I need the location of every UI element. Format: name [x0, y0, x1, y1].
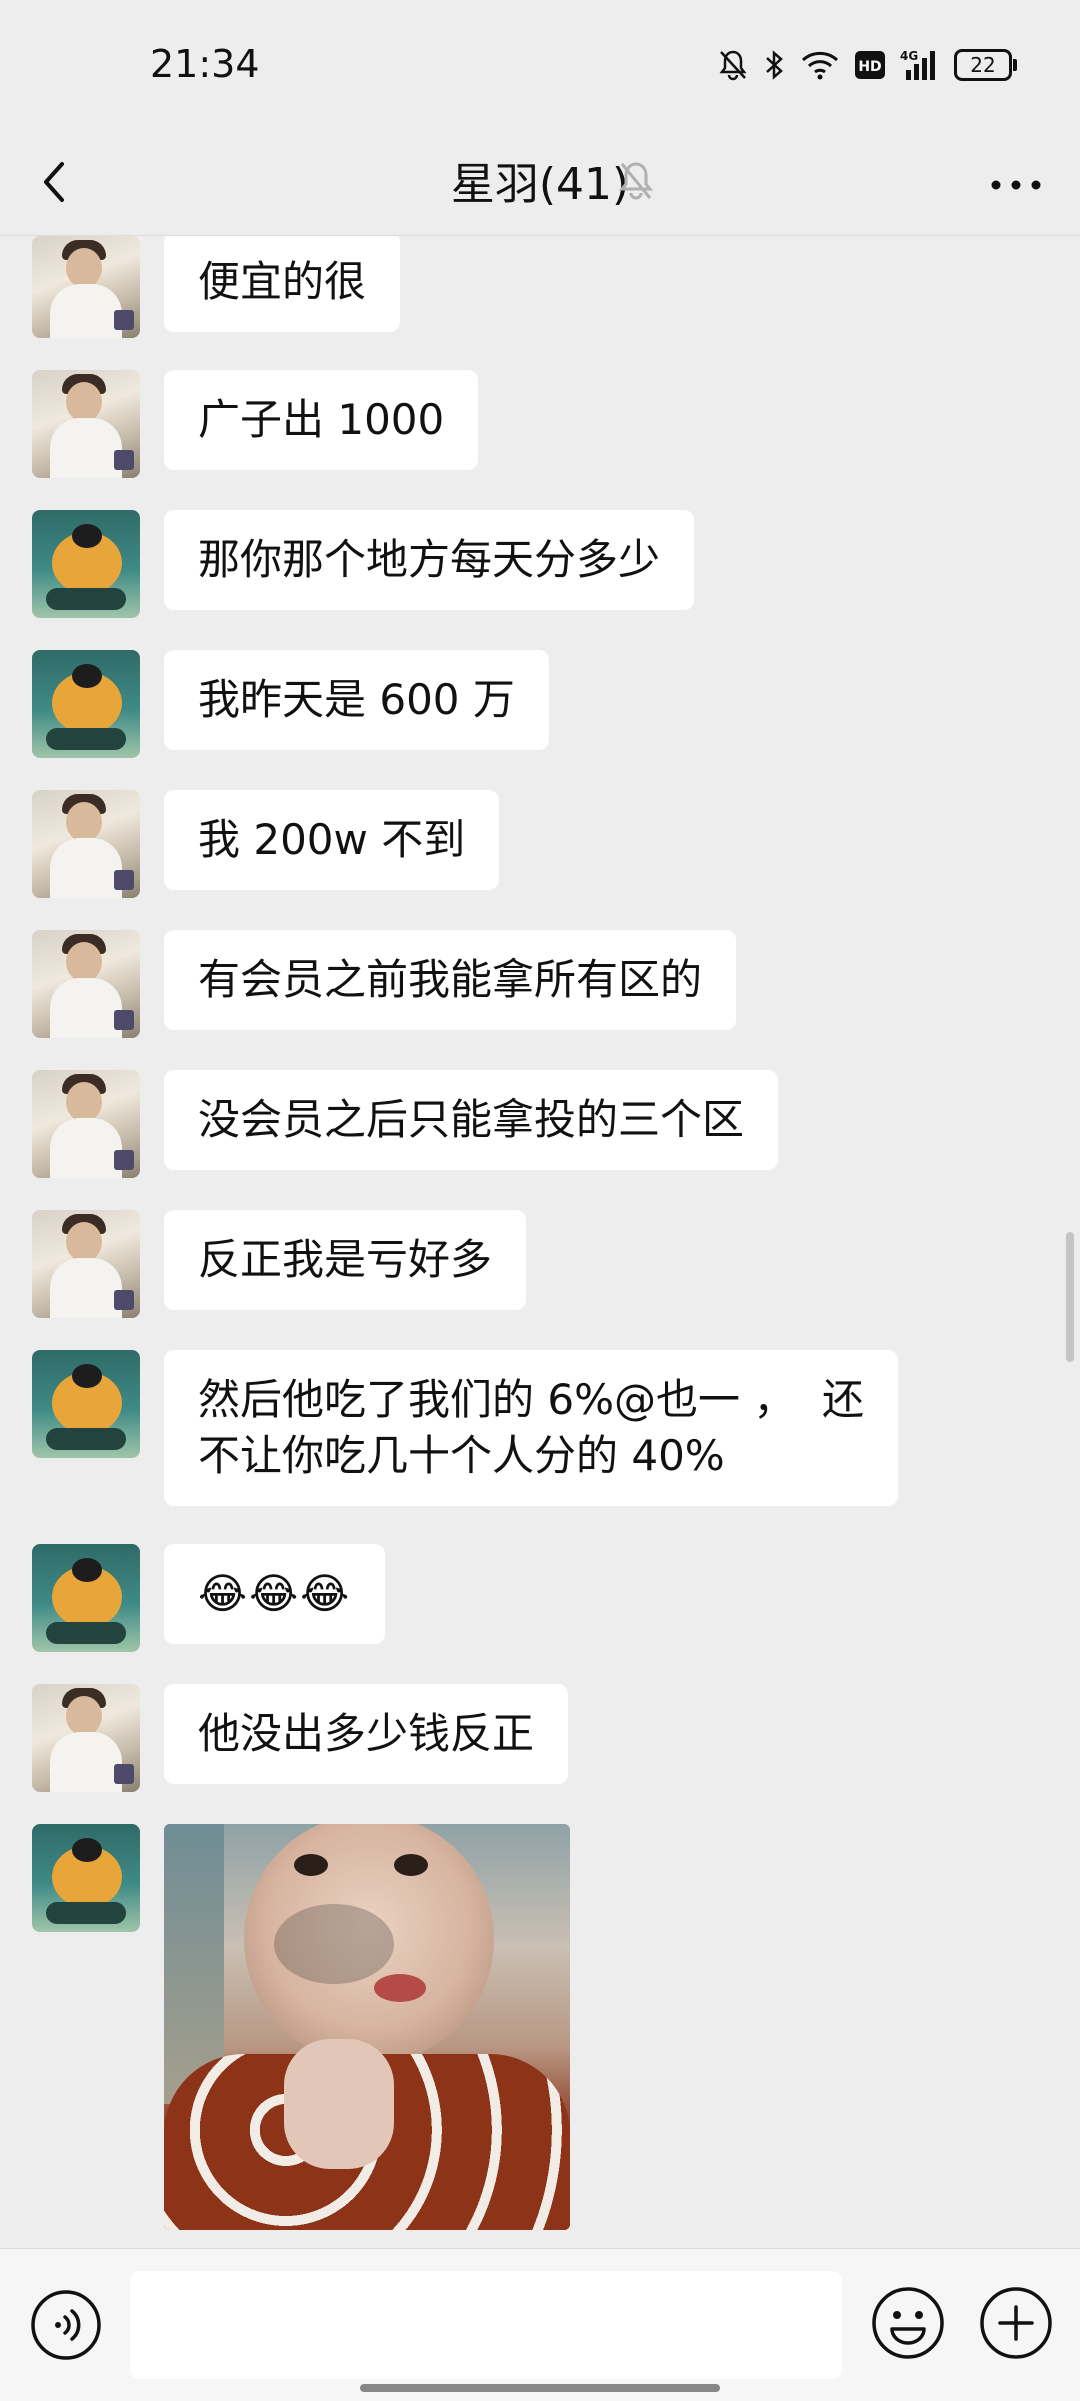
- status-bar: 21:34 HD 4G 22: [0, 0, 1080, 130]
- chat-message-list[interactable]: 便宜的很 广子出 1000 那你那个地方每天分多少 我昨天是 600 万 我 2…: [0, 236, 1080, 2246]
- wifi-icon: [800, 49, 840, 81]
- message-row: 我昨天是 600 万: [32, 650, 549, 758]
- message-bubble[interactable]: 我 200w 不到: [164, 790, 500, 890]
- message-row: 然后他吃了我们的 6%@也一 ， 还 不让你吃几十个人分的 40%: [32, 1350, 899, 1506]
- hd-label: HD: [858, 59, 881, 75]
- chat-title: 星羽(41): [450, 159, 630, 210]
- 4g-signal-icon: 4G: [900, 48, 940, 82]
- bluetooth-icon: [762, 49, 786, 81]
- message-bubble[interactable]: 我昨天是 600 万: [164, 650, 549, 750]
- avatar[interactable]: [32, 1684, 140, 1792]
- message-bubble[interactable]: 有会员之前我能拿所有区的: [164, 930, 737, 1030]
- message-bubble[interactable]: 😂😂😂: [164, 1544, 386, 1644]
- message-bubble[interactable]: 反正我是亏好多: [164, 1210, 527, 1310]
- avatar[interactable]: [32, 510, 140, 618]
- message-bubble[interactable]: 他没出多少钱反正: [164, 1684, 569, 1784]
- message-bubble[interactable]: 便宜的很: [164, 236, 401, 332]
- status-icons: HD 4G 22: [718, 48, 1017, 82]
- avatar[interactable]: [32, 930, 140, 1038]
- message-row: 我 200w 不到: [32, 790, 500, 898]
- message-input[interactable]: [130, 2271, 842, 2379]
- message-row: 没会员之后只能拿投的三个区: [32, 1070, 779, 1178]
- input-bar: [0, 2248, 1080, 2401]
- muted-bell-icon: [616, 158, 656, 206]
- voice-button[interactable]: [30, 2289, 102, 2365]
- hd-icon: HD: [854, 50, 886, 80]
- plus-icon: [980, 2287, 1052, 2359]
- avatar[interactable]: [32, 790, 140, 898]
- message-row: 那你那个地方每天分多少: [32, 510, 695, 618]
- network-label: 4G: [900, 49, 918, 63]
- message-row: 😂😂😂: [32, 1544, 386, 1652]
- chat-header: 星羽(41): [0, 130, 1080, 236]
- emoji-button[interactable]: [870, 2285, 946, 2365]
- message-bubble[interactable]: 然后他吃了我们的 6%@也一 ， 还 不让你吃几十个人分的 40%: [164, 1350, 899, 1506]
- status-time: 21:34: [150, 42, 260, 86]
- avatar[interactable]: [32, 1824, 140, 1932]
- mute-bell-icon: [718, 49, 748, 81]
- avatar[interactable]: [32, 1210, 140, 1318]
- message-bubble[interactable]: 那你那个地方每天分多少: [164, 510, 695, 610]
- avatar[interactable]: [32, 650, 140, 758]
- avatar[interactable]: [32, 1070, 140, 1178]
- message-row: 反正我是亏好多: [32, 1210, 527, 1318]
- message-row: 他没出多少钱反正: [32, 1684, 569, 1792]
- avatar[interactable]: [32, 236, 140, 338]
- message-row: 广子出 1000: [32, 370, 479, 478]
- avatar[interactable]: [32, 370, 140, 478]
- message-bubble[interactable]: 广子出 1000: [164, 370, 479, 470]
- message-row: 便宜的很: [32, 236, 401, 338]
- message-row: [32, 1824, 570, 2230]
- message-bubble[interactable]: 没会员之后只能拿投的三个区: [164, 1070, 779, 1170]
- home-indicator[interactable]: [360, 2384, 720, 2392]
- image-message[interactable]: [164, 1824, 570, 2230]
- avatar[interactable]: [32, 1544, 140, 1652]
- more-dots-icon: [991, 180, 1041, 190]
- message-row: 有会员之前我能拿所有区的: [32, 930, 737, 1038]
- battery-level: 22: [970, 53, 996, 77]
- scrollbar[interactable]: [1066, 1232, 1074, 1362]
- plus-button[interactable]: [978, 2285, 1054, 2365]
- emoji-icon: [872, 2287, 944, 2359]
- avatar[interactable]: [32, 1350, 140, 1458]
- more-button[interactable]: [986, 160, 1046, 210]
- battery-icon: 22: [954, 49, 1017, 81]
- voice-icon: [31, 2290, 101, 2360]
